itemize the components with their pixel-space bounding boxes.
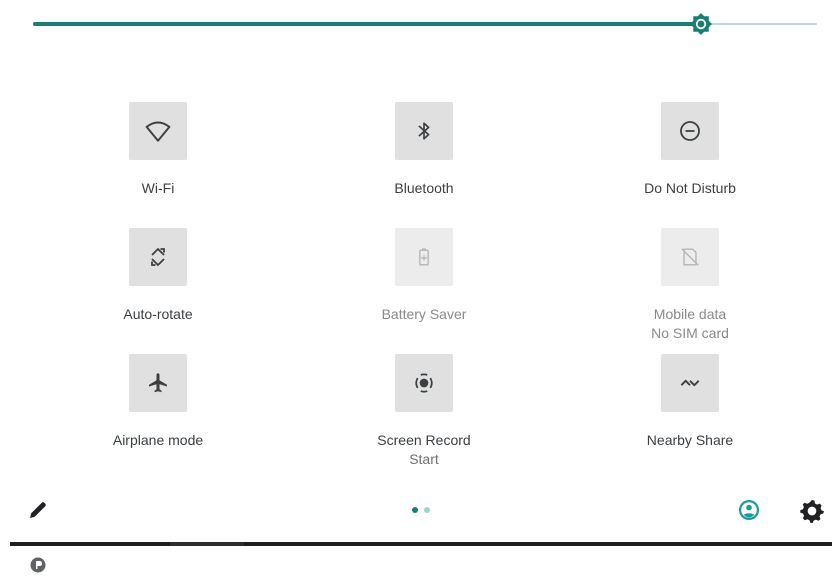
tile-label: Mobile data: [653, 306, 727, 322]
brightness-slider[interactable]: [33, 12, 817, 36]
battery-saver-tile-button[interactable]: [395, 228, 453, 286]
pencil-icon[interactable]: [26, 498, 50, 522]
panel-bottom-bar-segment: [170, 542, 244, 546]
tile-sublabel: No SIM card: [651, 325, 729, 341]
bluetooth-icon: [418, 122, 430, 140]
airplane-mode-tile-button[interactable]: [129, 354, 187, 412]
tile-label: Battery Saver: [381, 306, 467, 322]
app-notification-icon: [30, 557, 46, 573]
no-sim-icon: [681, 248, 699, 266]
page-indicator: [412, 507, 430, 513]
brightness-track-rest: [703, 23, 817, 25]
auto-rotate-icon: [151, 248, 165, 266]
bluetooth-tile-button[interactable]: [395, 102, 453, 160]
tile-auto-rotate[interactable]: Auto-rotate: [25, 226, 291, 352]
tile-bluetooth[interactable]: Bluetooth: [291, 100, 557, 226]
nearby-share-icon: [680, 379, 700, 387]
brightness-thumb-icon[interactable]: [689, 12, 713, 36]
wifi-tile-button[interactable]: [129, 102, 187, 160]
tile-label: Bluetooth: [394, 180, 454, 196]
tile-label: Screen Record: [377, 432, 471, 448]
tile-nearby-share[interactable]: Nearby Share: [557, 352, 823, 478]
tile-label: Airplane mode: [112, 432, 204, 448]
tile-sublabel: Start: [409, 451, 439, 467]
tile-battery-saver[interactable]: Battery Saver: [291, 226, 557, 352]
do-not-disturb-icon: [680, 121, 700, 141]
airplane-icon: [149, 373, 167, 393]
battery-saver-icon: [419, 248, 429, 266]
tile-mobile-data[interactable]: Mobile data No SIM card: [557, 226, 823, 352]
brightness-track-active: [33, 22, 703, 26]
tile-do-not-disturb[interactable]: Do Not Disturb: [557, 100, 823, 226]
wifi-icon: [145, 121, 171, 142]
page-dot-inactive: [424, 507, 430, 513]
tile-label: Wi-Fi: [141, 180, 175, 196]
tile-label: Auto-rotate: [123, 306, 193, 322]
panel-bottom-bar: [10, 542, 832, 546]
tile-airplane-mode[interactable]: Airplane mode: [25, 352, 291, 478]
screen-record-tile-button[interactable]: [395, 354, 453, 412]
nearby-share-tile-button[interactable]: [661, 354, 719, 412]
page-dot-active: [412, 507, 418, 513]
tile-wifi[interactable]: Wi-Fi: [25, 100, 291, 226]
auto-rotate-tile-button[interactable]: [129, 228, 187, 286]
mobile-data-tile-button[interactable]: [661, 228, 719, 286]
screen-record-icon: [415, 373, 433, 393]
tile-screen-record[interactable]: Screen Record Start: [291, 352, 557, 478]
tile-label: Do Not Disturb: [644, 180, 736, 196]
do-not-disturb-tile-button[interactable]: [661, 102, 719, 160]
quick-settings-footer: [0, 494, 832, 526]
tile-label: Nearby Share: [646, 432, 734, 448]
quick-settings-grid: Wi-Fi Bluetooth Do Not Disturb Auto-rota…: [25, 100, 825, 478]
user-account-icon[interactable]: [737, 498, 761, 522]
gear-icon[interactable]: [799, 498, 825, 524]
